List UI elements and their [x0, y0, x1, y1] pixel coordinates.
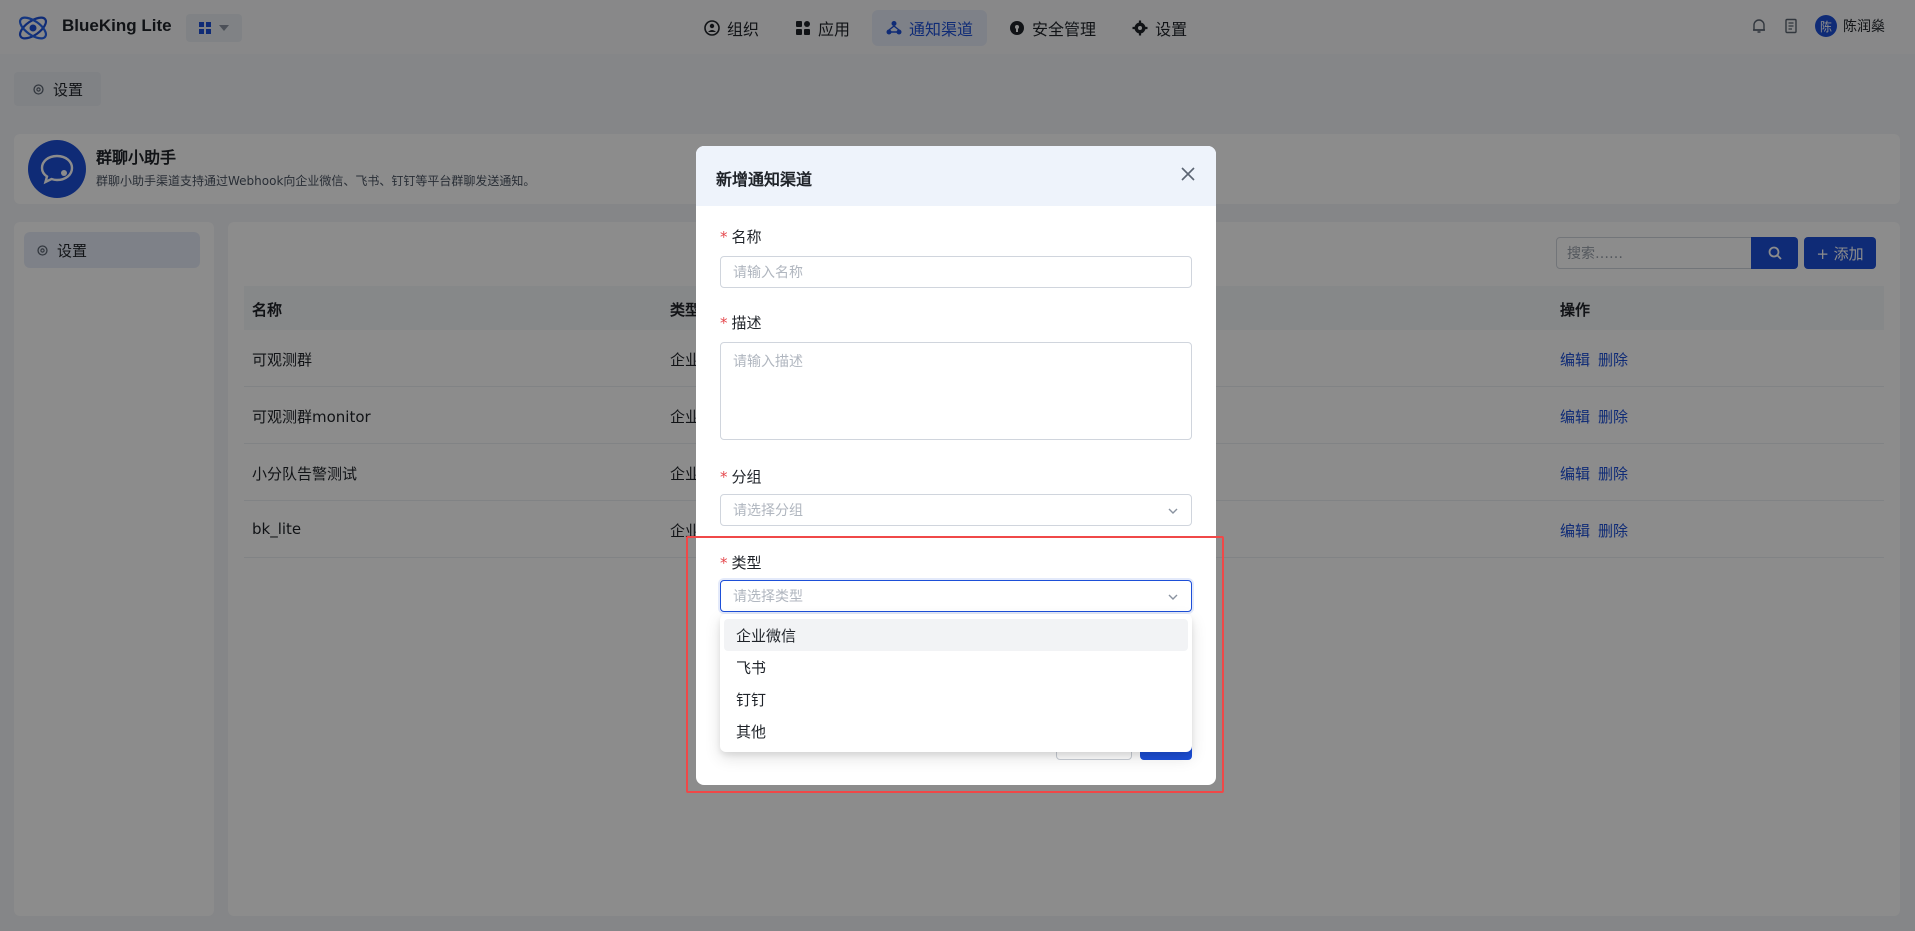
description-label: * 描述 [720, 314, 762, 332]
name-placeholder: 请输入名称 [733, 265, 803, 281]
name-label-text: 名称 [731, 228, 762, 246]
highlight-box [686, 536, 1224, 793]
description-textarea[interactable]: 请输入描述 [720, 342, 1192, 440]
description-placeholder: 请输入描述 [733, 354, 803, 370]
description-label-text: 描述 [731, 314, 762, 332]
group-placeholder: 请选择分组 [733, 503, 803, 519]
group-label: * 分组 [720, 468, 762, 486]
name-label: * 名称 [720, 228, 762, 246]
chevron-down-icon [1168, 508, 1178, 514]
group-select[interactable]: 请选择分组 [720, 494, 1192, 526]
close-icon[interactable] [1178, 164, 1198, 184]
name-input[interactable]: 请输入名称 [720, 256, 1192, 288]
modal-title: 新增通知渠道 [716, 170, 813, 189]
modal-header: 新增通知渠道 [696, 146, 1216, 206]
group-label-text: 分组 [731, 468, 762, 486]
